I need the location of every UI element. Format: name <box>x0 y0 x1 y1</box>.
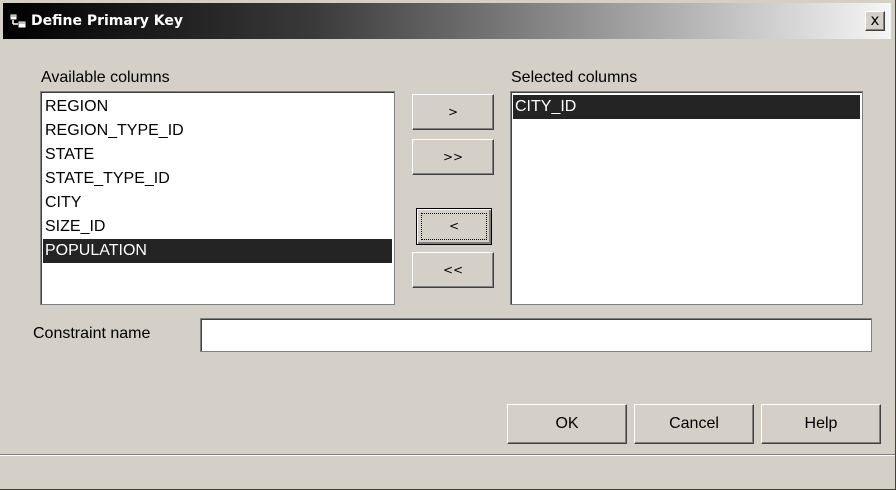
help-button[interactable]: Help <box>761 404 881 444</box>
list-item[interactable]: POPULATION <box>43 239 392 263</box>
define-primary-key-dialog: Define Primary Key x Available columns R… <box>0 0 896 490</box>
remove-column-button[interactable]: < <box>416 208 492 245</box>
cancel-button[interactable]: Cancel <box>634 404 754 444</box>
ok-label: OK <box>555 415 579 432</box>
list-item[interactable]: REGION <box>43 95 392 119</box>
selected-columns-list[interactable]: CITY_ID <box>510 91 863 305</box>
status-separator <box>0 454 895 456</box>
cancel-label: Cancel <box>669 415 719 432</box>
selected-columns-label: Selected columns <box>511 69 638 86</box>
list-item[interactable]: CITY_ID <box>513 95 860 119</box>
list-item[interactable]: SIZE_ID <box>43 215 392 239</box>
window-title: Define Primary Key <box>31 13 183 29</box>
remove-all-columns-button[interactable]: << <box>412 252 494 288</box>
available-columns-list[interactable]: REGION REGION_TYPE_ID STATE STATE_TYPE_ID CI… <box>40 91 395 305</box>
add-all-columns-button[interactable]: >> <box>412 139 494 175</box>
help-label: Help <box>804 415 838 432</box>
remove-column-label: < <box>448 219 460 233</box>
close-button[interactable]: x <box>865 11 885 31</box>
remove-all-columns-label: << <box>442 263 464 277</box>
list-item[interactable]: REGION_TYPE_ID <box>43 119 392 143</box>
add-all-columns-label: >> <box>442 150 464 164</box>
title-bar[interactable]: Define Primary Key x <box>3 3 891 39</box>
list-item[interactable]: STATE_TYPE_ID <box>43 167 392 191</box>
close-icon: x <box>870 11 880 29</box>
add-column-label: > <box>447 105 459 119</box>
available-columns-label: Available columns <box>41 69 170 86</box>
list-item[interactable]: STATE <box>43 143 392 167</box>
add-column-button[interactable]: > <box>412 94 494 130</box>
constraint-name-input[interactable] <box>200 318 872 352</box>
ok-button[interactable]: OK <box>507 404 627 444</box>
constraint-name-label: Constraint name <box>33 325 151 342</box>
app-icon <box>9 13 27 29</box>
list-item[interactable]: CITY <box>43 191 392 215</box>
